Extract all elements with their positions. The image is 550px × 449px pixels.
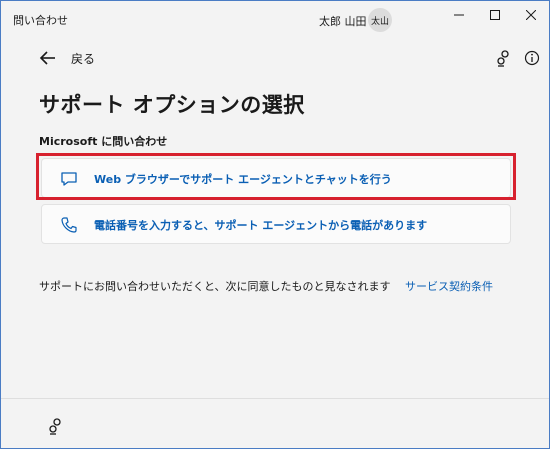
terms-link[interactable]: サービス契約条件 (405, 278, 493, 294)
window-title: 問い合わせ (13, 14, 68, 27)
maximize-icon (490, 10, 500, 20)
avatar[interactable]: 太山 (368, 8, 392, 32)
close-button[interactable] (513, 1, 549, 29)
footer-divider (1, 398, 549, 399)
minimize-icon (454, 14, 464, 16)
arrow-left-icon[interactable] (39, 49, 57, 67)
user-name: 太郎 山田 (319, 15, 367, 28)
support-window: 問い合わせ 太郎 山田 太山 戻る サポート オプションの選択 Microsof… (0, 0, 550, 449)
maximize-button[interactable] (477, 1, 513, 29)
info-icon[interactable] (524, 50, 540, 66)
phone-option-label: 電話番号を入力すると、サポート エージェントから電話があります (94, 219, 428, 232)
settings-icon[interactable] (495, 49, 513, 67)
consent-text: サポートにお問い合わせいただくと、次に同意したものと見なされます (39, 280, 391, 293)
settings-icon[interactable] (47, 417, 65, 435)
close-icon (526, 10, 536, 20)
phone-icon (61, 217, 77, 233)
phone-option-button[interactable]: 電話番号を入力すると、サポート エージェントから電話があります (41, 204, 511, 244)
chat-option-button[interactable]: Web ブラウザーでサポート エージェントとチャットを行う (41, 158, 511, 198)
chat-option-label: Web ブラウザーでサポート エージェントとチャットを行う (94, 173, 392, 186)
back-button[interactable]: 戻る (71, 50, 95, 67)
page-title: サポート オプションの選択 (39, 93, 305, 117)
chat-bubble-icon (61, 172, 77, 186)
title-bar: 問い合わせ 太郎 山田 太山 (1, 1, 549, 37)
section-label: Microsoft に問い合わせ (39, 135, 168, 148)
minimize-button[interactable] (441, 1, 477, 29)
